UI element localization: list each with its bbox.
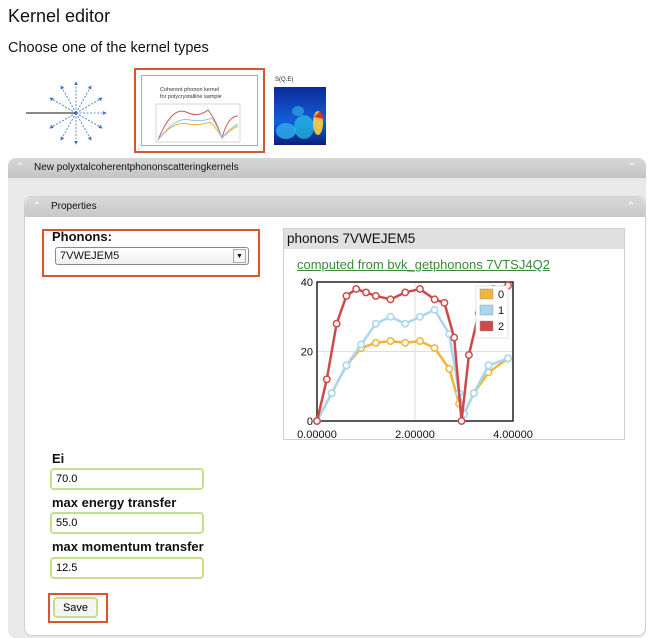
series-point-1 <box>371 319 380 328</box>
max-momentum-transfer-label: max momentum transfer <box>52 539 204 554</box>
series-point-2 <box>440 298 449 307</box>
mini-dispersion-plot-icon <box>155 103 241 143</box>
legend-swatch-1 <box>479 304 494 316</box>
plot-title: phonons 7VWEJEM5 <box>284 229 624 249</box>
series-point-0 <box>430 344 439 352</box>
collapse-chevron-icon[interactable]: ⌃ <box>14 163 26 173</box>
collapse-chevron-icon[interactable]: ⌃ <box>625 202 637 212</box>
collapse-chevron-icon[interactable]: ⌃ <box>626 163 638 173</box>
series-point-1 <box>504 354 513 363</box>
series-point-2 <box>322 375 331 384</box>
phonons-selected-value: 7VWEJEM5 <box>60 250 120 262</box>
y-tick-label: 0 <box>307 416 313 428</box>
legend-label-0: 0 <box>498 289 504 301</box>
y-tick-label: 20 <box>301 347 313 359</box>
series-point-2 <box>313 417 321 425</box>
series-point-0 <box>415 337 424 346</box>
series-point-0 <box>401 338 410 347</box>
new-kernel-panel-header[interactable]: ⌃ New polyxtalcoherentphononscatteringke… <box>8 158 646 178</box>
series-point-2 <box>450 333 459 342</box>
series-point-2 <box>362 288 370 297</box>
sqe-label: S(Q,E) <box>275 77 294 83</box>
x-tick-label: 4.00000 <box>493 429 533 440</box>
collapse-chevron-icon[interactable]: ⌃ <box>31 202 43 212</box>
series-point-0 <box>371 338 380 347</box>
max-energy-transfer-label: max energy transfer <box>52 495 177 510</box>
legend-label-2: 2 <box>498 321 504 333</box>
coherent-phonon-thumbnail: Coherent phonon kernel for polycrystalli… <box>141 75 258 146</box>
ei-label: Ei <box>52 451 65 466</box>
kernel-type-sqe[interactable]: S(Q,E) <box>274 77 326 145</box>
kernel-type-radial[interactable] <box>24 80 128 146</box>
series-point-0 <box>386 337 395 346</box>
legend-label-1: 1 <box>498 305 504 317</box>
radial-scattering-icon <box>26 81 107 145</box>
series-point-1 <box>401 319 410 328</box>
series-point-2 <box>457 417 466 425</box>
y-tick-label: 40 <box>301 277 313 289</box>
new-kernel-panel-title: New polyxtalcoherentphononscatteringkern… <box>34 162 239 173</box>
series-point-2 <box>415 285 424 293</box>
series-point-2 <box>464 351 473 359</box>
properties-panel-title: Properties <box>51 201 97 212</box>
properties-panel-header[interactable]: ⌃ Properties ⌃ <box>25 197 645 217</box>
series-point-2 <box>371 291 380 300</box>
ei-field[interactable] <box>50 468 204 490</box>
series-point-1 <box>357 340 366 349</box>
max-momentum-transfer-field[interactable] <box>50 557 204 579</box>
series-point-1 <box>469 389 478 398</box>
series-point-1 <box>415 312 424 321</box>
kernel-type-prompt: Choose one of the kernel types <box>8 40 209 56</box>
series-point-2 <box>332 319 341 328</box>
series-point-2 <box>386 295 395 304</box>
save-button[interactable]: Save <box>53 597 98 618</box>
series-point-0 <box>445 364 454 373</box>
x-tick-label: 0.00000 <box>297 429 337 440</box>
legend-swatch-2 <box>479 320 494 332</box>
dropdown-arrow-icon[interactable]: ▼ <box>233 249 246 263</box>
series-point-1 <box>327 389 336 398</box>
series-point-1 <box>484 361 493 370</box>
legend-swatch-0 <box>479 288 494 300</box>
max-energy-transfer-field[interactable] <box>50 512 204 534</box>
phonon-dispersion-chart: 0 20 40 0.00000 2.00000 4.00000 0 1 2 <box>297 277 533 440</box>
series-point-2 <box>401 288 410 297</box>
phonons-label: Phonons: <box>52 229 112 244</box>
phonons-plot-panel: phonons 7VWEJEM5 computed from bvk_getph… <box>283 228 625 440</box>
series-point-2 <box>352 285 361 293</box>
series-point-2 <box>342 291 351 300</box>
series-point-1 <box>430 305 439 314</box>
phonons-select[interactable]: 7VWEJEM5 ▼ <box>55 247 249 265</box>
series-point-1 <box>386 312 395 321</box>
kernel-type-coherent-phonon[interactable]: Coherent phonon kernel for polycrystalli… <box>134 68 265 153</box>
page-title: Kernel editor <box>8 6 111 26</box>
series-point-2 <box>430 295 439 304</box>
sqe-heatmap-icon <box>274 87 326 145</box>
x-tick-label: 2.00000 <box>395 429 435 440</box>
series-point-1 <box>342 361 351 370</box>
